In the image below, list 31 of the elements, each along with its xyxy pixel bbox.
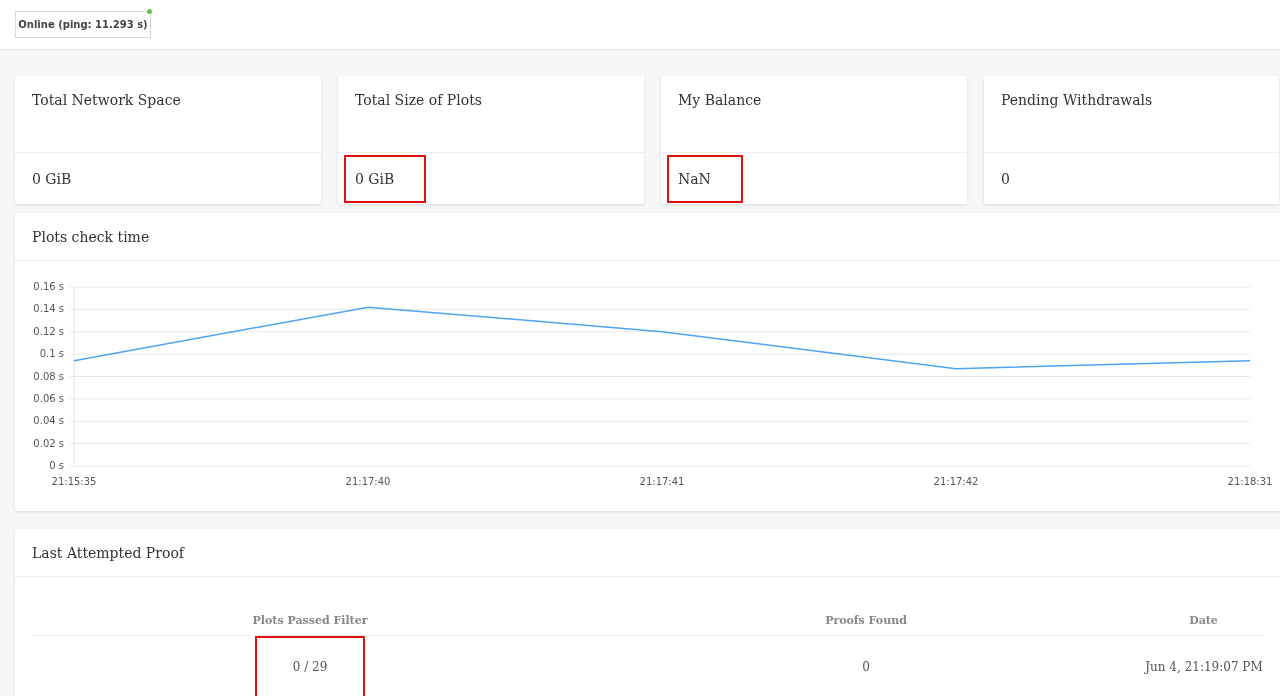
card-value: NaN: [669, 156, 741, 201]
axis-tick-label: 0.08 s: [33, 370, 64, 382]
axis-tick-label: 21:15:35: [51, 476, 97, 487]
axis-tick-label: 21:17:40: [345, 476, 391, 487]
column-header: Date: [1189, 612, 1218, 629]
axis-tick-label: 0.12 s: [33, 325, 64, 337]
axis-tick-label: 21:18:31: [1227, 476, 1273, 487]
axis-tick-label: 0.1 s: [39, 348, 64, 360]
card-title: Last Attempted Proof: [15, 529, 1280, 577]
column-header: Proofs Found: [825, 612, 907, 629]
axis-tick-label: 0.06 s: [33, 392, 64, 404]
axis-tick-label: 0.16 s: [33, 281, 64, 292]
status-indicator: Online (ping: 11.293 s): [15, 11, 151, 38]
card-value: 0 GiB: [346, 156, 425, 201]
table-cell-text: 0: [862, 658, 870, 676]
table-cell-text: Jun 4, 21:19:07 PM: [1144, 658, 1264, 676]
axis-tick-label: 0.02 s: [33, 437, 64, 449]
card-title: My Balance: [661, 76, 967, 153]
axis-tick-label: 21:17:41: [639, 476, 685, 487]
axis-tick-label: 0.04 s: [33, 415, 64, 427]
card-value: 0: [1001, 170, 1010, 187]
card-value: 0 GiB: [32, 170, 72, 187]
axis-tick-label: 21:17:42: [933, 476, 979, 487]
axis-tick-label: 0.14 s: [33, 303, 64, 315]
table-cell: 0 / 29: [256, 637, 364, 696]
card-title: Total Size of Plots: [338, 76, 644, 153]
card-title: Pending Withdrawals: [984, 76, 1279, 153]
card-title: Plots check time: [15, 213, 1280, 261]
card-title: Total Network Space: [15, 76, 321, 153]
column-header: Plots Passed Filter: [252, 612, 368, 629]
axis-tick-label: 0 s: [49, 460, 64, 471]
